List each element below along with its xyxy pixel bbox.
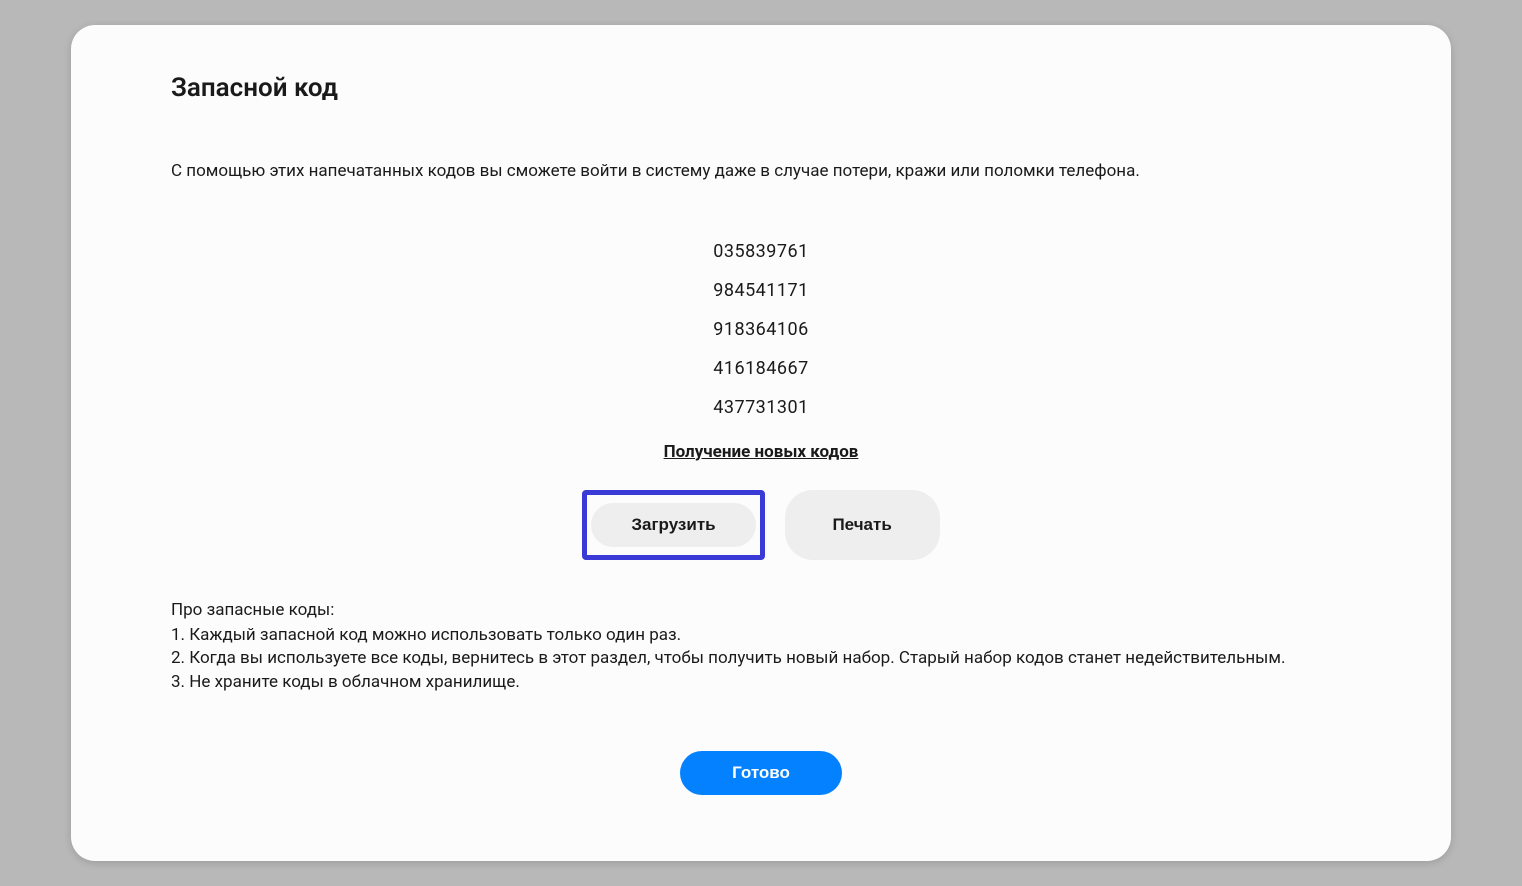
- print-button[interactable]: Печать: [785, 490, 940, 560]
- backup-code: 437731301: [171, 397, 1351, 418]
- page-title: Запасной код: [171, 73, 1351, 103]
- notes-title: Про запасные коды:: [171, 600, 1351, 620]
- done-button[interactable]: Готово: [680, 751, 842, 795]
- notes-section: Про запасные коды: 1. Каждый запасной ко…: [171, 600, 1351, 695]
- done-button-wrap: Готово: [171, 751, 1351, 795]
- note-item: 2. Когда вы используете все коды, вернит…: [171, 647, 1351, 671]
- note-item: 3. Не храните коды в облачном хранилище.: [171, 671, 1351, 695]
- note-item: 1. Каждый запасной код можно использоват…: [171, 624, 1351, 648]
- codes-section: 035839761 984541171 918364106 416184667 …: [171, 241, 1351, 560]
- backup-code: 918364106: [171, 319, 1351, 340]
- description-text: С помощью этих напечатанных кодов вы смо…: [171, 159, 1351, 185]
- backup-code: 416184667: [171, 358, 1351, 379]
- action-button-row: Загрузить Печать: [171, 490, 1351, 560]
- download-highlight-box: Загрузить: [582, 490, 764, 560]
- backup-code: 035839761: [171, 241, 1351, 262]
- get-new-codes-link[interactable]: Получение новых кодов: [664, 442, 859, 462]
- backup-code: 984541171: [171, 280, 1351, 301]
- backup-codes-card: Запасной код С помощью этих напечатанных…: [71, 25, 1451, 861]
- download-button[interactable]: Загрузить: [591, 503, 755, 547]
